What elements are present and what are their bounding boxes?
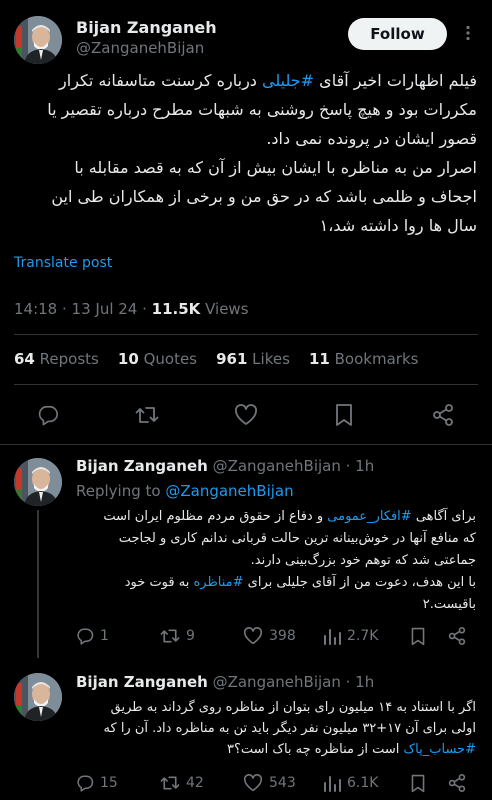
- more-icon[interactable]: [460, 25, 476, 41]
- follow-button[interactable]: Follow: [348, 18, 447, 50]
- tweet-line: سال ها روا داشته شد،۱: [319, 216, 477, 235]
- author-handle[interactable]: @ZanganehBijan: [76, 39, 204, 57]
- tweet-text: فیلم اظهارات اخیر آقای #جلیلی درباره کرس…: [14, 66, 477, 240]
- reply-button[interactable]: 1: [76, 627, 109, 645]
- quotes-stat[interactable]: 10 Quotes: [118, 350, 197, 368]
- repost-button[interactable]: 42: [160, 774, 204, 792]
- divider: [14, 384, 478, 385]
- like-icon: [243, 774, 263, 792]
- post-meta: 14:18 · 13 Jul 24 · 11.5K Views: [14, 300, 249, 318]
- author-handle[interactable]: @ZanganehBijan: [213, 673, 341, 691]
- stats-row: 64 Reposts 10 Quotes 961 Likes 11 Bookma…: [14, 350, 418, 368]
- reply-text: اگر با استناد به ۱۴ میلیون رای بتوان از …: [76, 697, 476, 760]
- views-button[interactable]: 2.7K: [323, 627, 378, 645]
- post-time[interactable]: 1h: [355, 457, 374, 475]
- like-button[interactable]: 543: [243, 774, 296, 792]
- views-count: 2.7K: [347, 628, 379, 644]
- reply-count: 15: [100, 775, 118, 791]
- author-name[interactable]: Bijan Zanganeh: [76, 673, 208, 691]
- reply-header: Bijan Zanganeh @ZanganehBijan · 1h: [76, 457, 375, 475]
- reply-line: اگر با استناد به ۱۴ میلیون رای بتوان از …: [110, 700, 476, 715]
- author-name[interactable]: Bijan Zanganeh: [76, 457, 208, 475]
- tweet-line: مکررات بود و هیچ پاسخ روشنی به شبهات مطر…: [47, 100, 477, 119]
- repost-count: 9: [186, 628, 195, 644]
- reply-line: برای آگاهی #افکار_عمومی و دفاع از حقوق م…: [103, 509, 476, 524]
- divider: [14, 334, 478, 335]
- share-icon[interactable]: [447, 627, 467, 645]
- thread-line: [37, 510, 39, 658]
- reply-line: #حساب_پاک است از مناظره چه باک است؟۳: [227, 742, 476, 757]
- divider: [0, 444, 492, 445]
- views-icon: [323, 774, 341, 792]
- repost-icon: [160, 774, 180, 792]
- tweet-line: اصرار من به مناظره با ایشان بیش از آن که…: [74, 158, 477, 177]
- share-icon[interactable]: [431, 404, 455, 426]
- post-time[interactable]: 1h: [355, 673, 374, 691]
- bookmark-icon[interactable]: [410, 774, 426, 793]
- repost-count: 42: [186, 775, 204, 791]
- post-time[interactable]: 14:18: [14, 300, 57, 318]
- reply-text: برای آگاهی #افکار_عمومی و دفاع از حقوق م…: [76, 506, 476, 616]
- replying-to: Replying to @ZanganehBijan: [76, 482, 294, 500]
- reply-line: که منافع آنها در خوش‌بینانه ترین حالت قر…: [118, 531, 476, 546]
- reply-line: جماعتی شد که توهم خود بزرگ‌بینی دارند.: [250, 553, 476, 568]
- post-date[interactable]: 13 Jul 24: [72, 300, 138, 318]
- views-count: 6.1K: [347, 775, 379, 791]
- hashtag-link[interactable]: #حساب_پاک: [404, 742, 476, 757]
- repost-icon: [160, 627, 180, 645]
- reposts-stat[interactable]: 64 Reposts: [14, 350, 99, 368]
- likes-stat[interactable]: 961 Likes: [216, 350, 290, 368]
- views-count: 11.5K: [151, 300, 201, 318]
- replying-to-handle[interactable]: @ZanganehBijan: [165, 482, 293, 500]
- quotes-count: 10: [117, 350, 139, 368]
- like-count: 543: [269, 775, 296, 791]
- likes-count: 961: [216, 350, 248, 368]
- like-count: 398: [269, 628, 296, 644]
- reposts-label: Reposts: [39, 350, 99, 368]
- bookmark-icon[interactable]: [334, 403, 354, 427]
- like-button[interactable]: 398: [243, 627, 296, 645]
- avatar[interactable]: [14, 458, 62, 506]
- bookmarks-label: Bookmarks: [334, 350, 419, 368]
- bookmarks-count: 11: [308, 350, 330, 368]
- author-handle[interactable]: @ZanganehBijan: [213, 457, 341, 475]
- bookmark-icon[interactable]: [410, 627, 426, 646]
- views-label: Views: [205, 300, 249, 318]
- author-name[interactable]: Bijan Zanganeh: [76, 18, 217, 37]
- reply-icon[interactable]: [37, 404, 59, 426]
- reply-line: اولی برای آن ۱۷+۳۲ میلیون نفر دیگر باید …: [103, 721, 476, 736]
- repost-icon[interactable]: [135, 404, 159, 426]
- reply-line: باقیست.۲: [422, 597, 476, 612]
- translate-post-link[interactable]: Translate post: [14, 255, 112, 271]
- reply-line: با این هدف، دعوت من از آقای جلیلی برای #…: [124, 575, 476, 590]
- replying-to-label: Replying to: [76, 482, 161, 500]
- views-button[interactable]: 6.1K: [323, 774, 378, 792]
- hashtag-link[interactable]: #افکار_عمومی: [327, 509, 411, 524]
- avatar[interactable]: [14, 16, 62, 64]
- quotes-label: Quotes: [143, 350, 197, 368]
- like-icon: [243, 627, 263, 645]
- reposts-count: 64: [14, 350, 35, 368]
- likes-label: Likes: [252, 350, 290, 368]
- reply-count: 1: [100, 628, 109, 644]
- reply-icon: [76, 774, 94, 792]
- hashtag-link[interactable]: #جلیلی: [262, 71, 314, 90]
- avatar[interactable]: [14, 673, 62, 721]
- repost-button[interactable]: 9: [160, 627, 195, 645]
- reply-header: Bijan Zanganeh @ZanganehBijan · 1h: [76, 673, 375, 691]
- bookmarks-stat[interactable]: 11 Bookmarks: [309, 350, 418, 368]
- tweet-line: قصور ایشان در پرونده نمی داد.: [266, 129, 477, 148]
- like-icon[interactable]: [234, 404, 258, 426]
- reply-icon: [76, 627, 94, 645]
- tweet-line: فیلم اظهارات اخیر آقای #جلیلی درباره کرس…: [59, 71, 477, 90]
- views-icon: [323, 627, 341, 645]
- tweet-line: اجحاف و ظلمی باشد که در حق من و برخی از …: [51, 187, 477, 206]
- reply-button[interactable]: 15: [76, 774, 118, 792]
- share-icon[interactable]: [447, 774, 467, 792]
- hashtag-link[interactable]: #مناظره: [193, 575, 243, 590]
